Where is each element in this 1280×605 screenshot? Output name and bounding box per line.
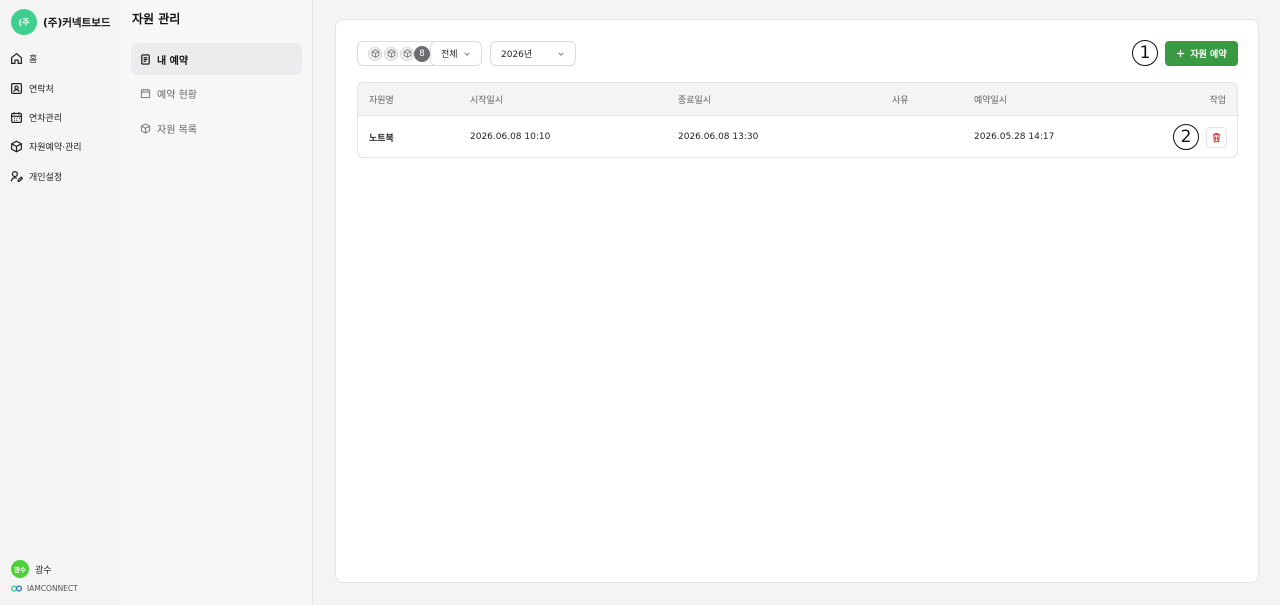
nav-item-leave[interactable]: 연차관리 bbox=[10, 103, 116, 132]
add-reservation-label: 자원 예약 bbox=[1190, 50, 1227, 60]
user-profile[interactable]: 광수 광수 bbox=[11, 560, 52, 578]
marker-1: 1 bbox=[1132, 40, 1158, 66]
subnav-item-label: 예약 현황 bbox=[157, 90, 197, 101]
resource-nav: 내 예약 예약 현황 자원 목록 bbox=[131, 43, 302, 147]
resource-sidebar-title: 자원 관리 bbox=[132, 12, 181, 26]
nav-item-resources[interactable]: 자원예약·관리 bbox=[10, 132, 116, 161]
table-row[interactable]: 노트북 2026.06.08 10:10 2026.06.08 13:30 20… bbox=[358, 116, 1237, 157]
subnav-item-my-reservations[interactable]: 내 예약 bbox=[131, 43, 302, 75]
resource-cube-icon bbox=[384, 46, 398, 61]
nav-item-label: 연락처 bbox=[29, 84, 54, 95]
delete-button[interactable] bbox=[1206, 126, 1227, 148]
user-settings-icon bbox=[10, 170, 23, 182]
column-header-start: 시작일시 bbox=[470, 95, 504, 106]
nav-item-label: 개인설정 bbox=[29, 172, 63, 183]
cell-start: 2026.06.08 10:10 bbox=[470, 132, 551, 142]
marker-2: 2 bbox=[1173, 124, 1199, 150]
resource-cube-icon bbox=[400, 46, 414, 61]
user-name: 광수 bbox=[35, 565, 52, 576]
table-header: 자원명 시작일시 종료일시 사유 예약일시 작업 bbox=[358, 83, 1237, 116]
avatar: 광수 bbox=[11, 560, 29, 578]
nav-item-label: 연차관리 bbox=[29, 113, 63, 124]
resource-cube-icon bbox=[368, 46, 382, 61]
document-icon bbox=[141, 53, 150, 65]
brand-logo: (주 bbox=[11, 9, 37, 35]
cell-action bbox=[1206, 116, 1227, 157]
calendar-icon bbox=[11, 112, 22, 123]
resource-select[interactable]: 전체 bbox=[430, 41, 482, 66]
subnav-item-resource-list[interactable]: 자원 목록 bbox=[131, 112, 302, 144]
resource-count-badge: 8 bbox=[414, 45, 430, 62]
nav-item-label: 자원예약·관리 bbox=[29, 143, 82, 154]
resource-select-value: 전체 bbox=[441, 50, 458, 60]
column-header-end: 종료일시 bbox=[678, 95, 712, 106]
cube-icon bbox=[11, 140, 22, 153]
contact-icon bbox=[11, 82, 22, 94]
year-select[interactable]: 2026년 bbox=[490, 41, 576, 66]
column-header-reason: 사유 bbox=[892, 95, 909, 106]
cube-icon bbox=[140, 122, 151, 134]
home-icon bbox=[11, 53, 22, 65]
add-reservation-button[interactable]: 자원 예약 bbox=[1165, 41, 1238, 66]
resource-sidebar: 자원 관리 내 예약 예약 현황 자원 목록 bbox=[121, 0, 313, 605]
reservations-card: 8 전체 2026년 1 자원 예약 자원명 시작일시 종료일시 사유 예약일시… bbox=[335, 19, 1259, 583]
chevron-down-icon bbox=[558, 51, 564, 56]
brand[interactable]: (주 (주)커넥트보드 bbox=[11, 9, 111, 35]
main-sidebar: (주 (주)커넥트보드 홈 연락처 연차관리 자원예약·관리 개인설정 광수 광… bbox=[0, 0, 121, 605]
column-header-resource: 자원명 bbox=[369, 95, 394, 106]
nav-item-label: 홈 bbox=[29, 55, 38, 66]
cell-reserved-at: 2026.05.28 14:17 bbox=[974, 132, 1055, 142]
brand-name: (주)커넥트보드 bbox=[43, 16, 111, 29]
year-select-value: 2026년 bbox=[501, 50, 533, 60]
subnav-item-label: 자원 목록 bbox=[157, 124, 197, 136]
subnav-item-reservation-status[interactable]: 예약 현황 bbox=[131, 78, 302, 110]
subnav-item-label: 내 예약 bbox=[157, 55, 189, 67]
reservations-table: 자원명 시작일시 종료일시 사유 예약일시 작업 노트북 2026.06.08 … bbox=[357, 82, 1238, 158]
trash-icon bbox=[1212, 132, 1221, 142]
main-nav: 홈 연락처 연차관리 자원예약·관리 개인설정 bbox=[10, 44, 116, 191]
nav-item-home[interactable]: 홈 bbox=[10, 44, 116, 73]
company-footer: IAMCONNECT bbox=[11, 584, 78, 593]
company-logo-icon bbox=[11, 585, 22, 592]
company-name: IAMCONNECT bbox=[27, 584, 78, 593]
nav-item-contacts[interactable]: 연락처 bbox=[10, 73, 116, 102]
chevron-down-icon bbox=[463, 51, 470, 56]
nav-item-settings[interactable]: 개인설정 bbox=[10, 162, 116, 191]
column-header-action: 작업 bbox=[1209, 95, 1226, 106]
main-content: 8 전체 2026년 1 자원 예약 자원명 시작일시 종료일시 사유 예약일시… bbox=[313, 0, 1280, 605]
cell-end: 2026.06.08 13:30 bbox=[678, 132, 759, 142]
cell-resource: 노트북 bbox=[369, 133, 394, 144]
column-header-reserved-at: 예약일시 bbox=[974, 95, 1008, 106]
plus-icon bbox=[1177, 49, 1185, 58]
calendar-icon bbox=[140, 88, 151, 99]
